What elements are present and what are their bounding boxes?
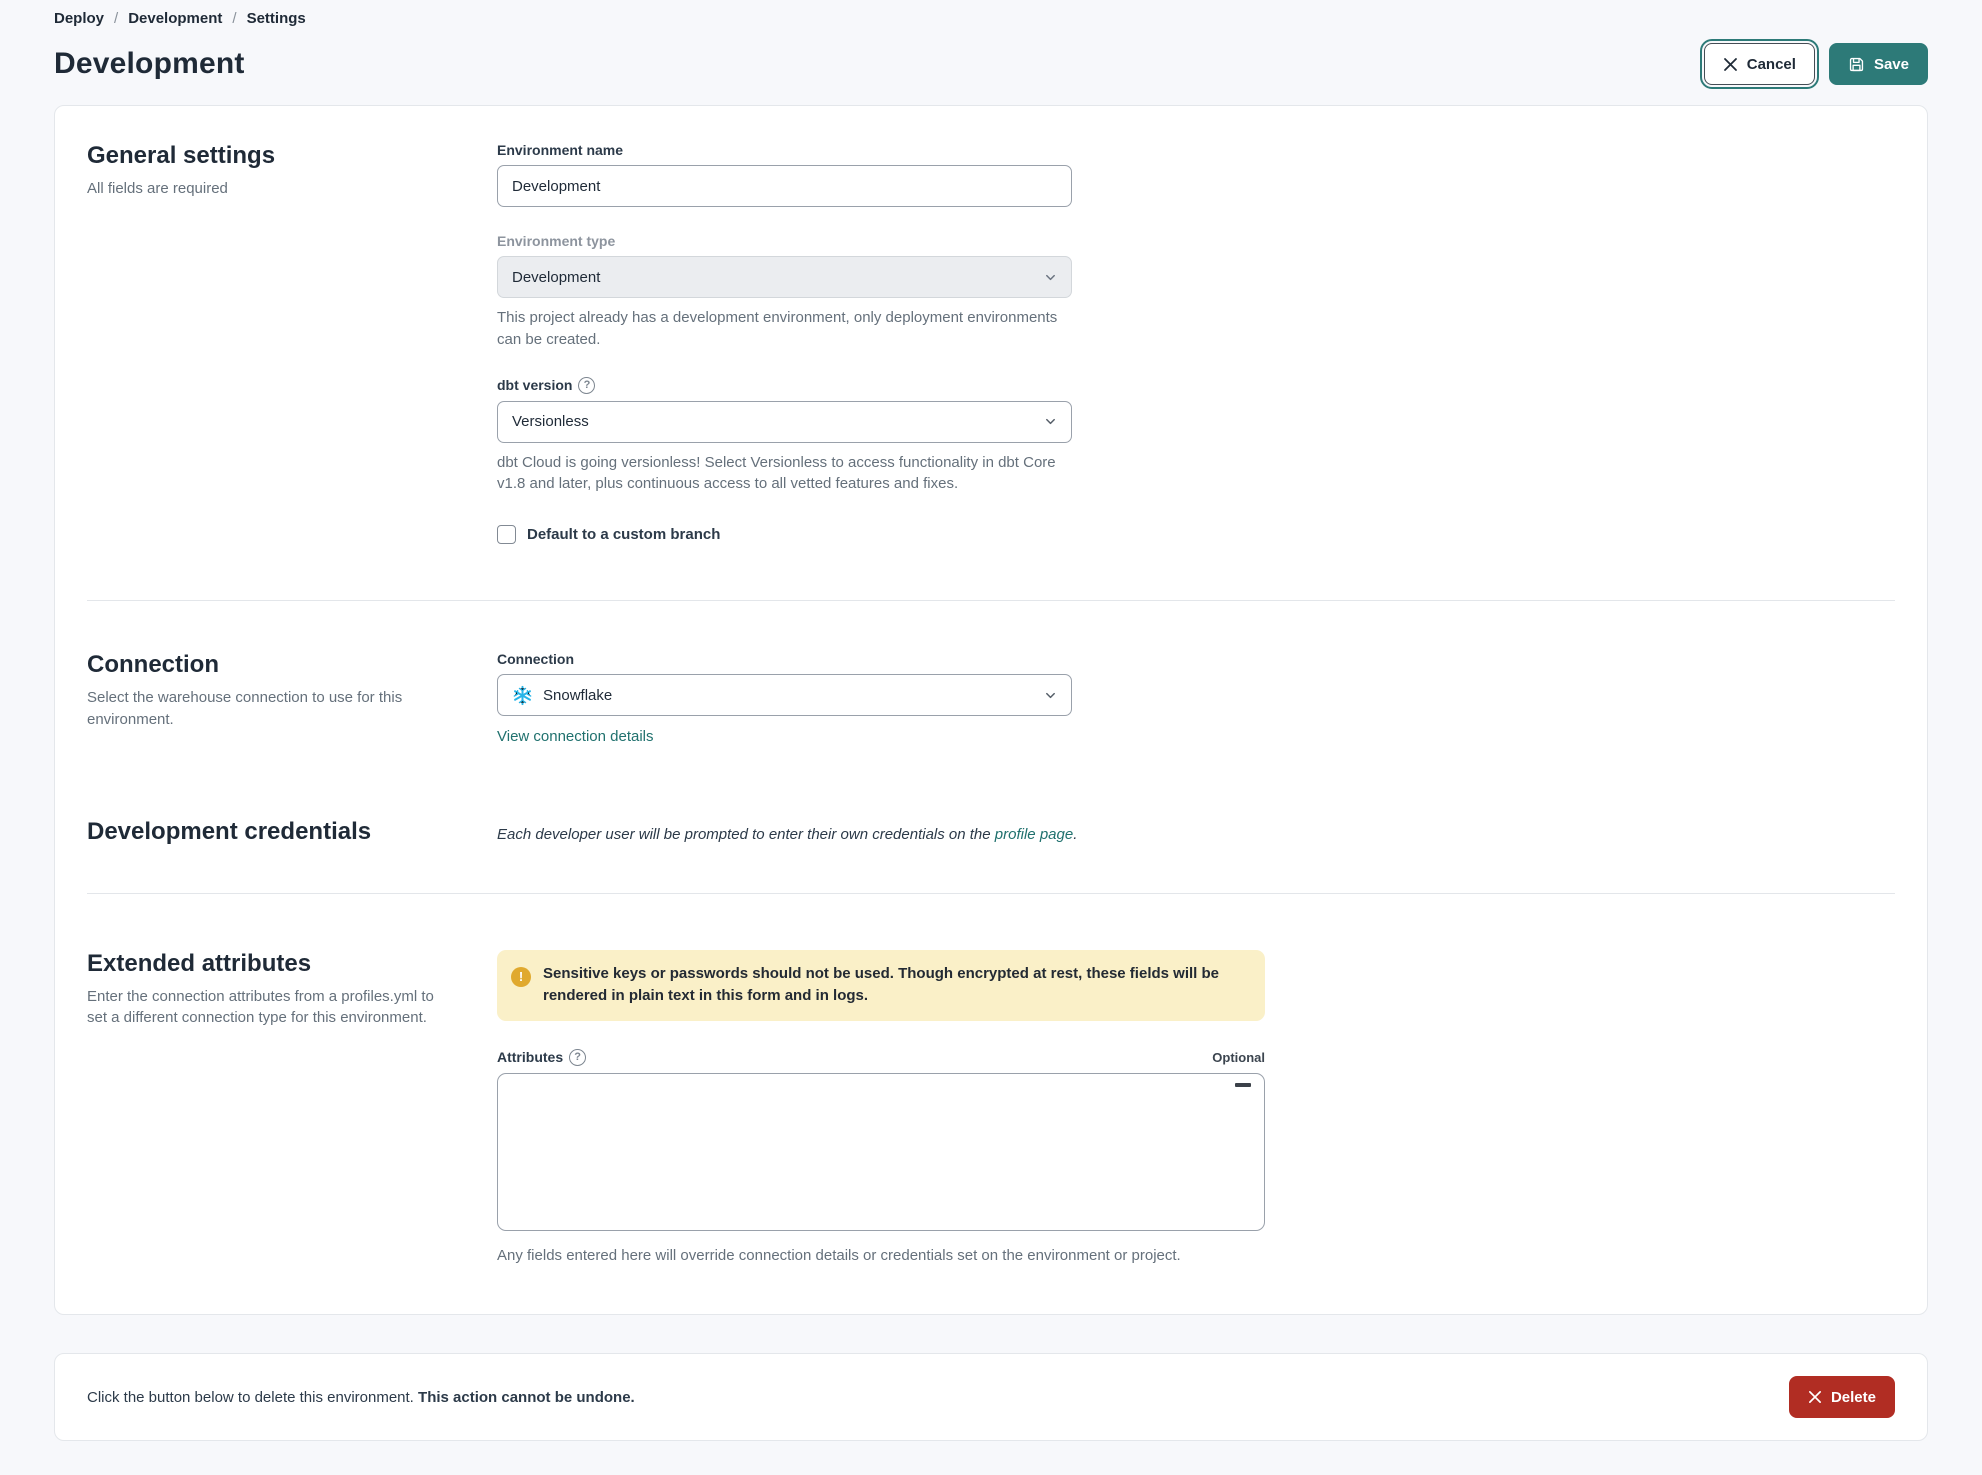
- connection-select[interactable]: Snowflake: [497, 674, 1072, 716]
- breadcrumb-settings: Settings: [246, 10, 306, 27]
- close-icon: [1723, 57, 1738, 72]
- chevron-down-icon: [1044, 271, 1057, 284]
- attributes-help: Any fields entered here will override co…: [497, 1246, 1181, 1264]
- dbt-version-field-group: dbt version ? Versionless dbt Cloud is g…: [497, 376, 1072, 496]
- connection-field-group: Connection Snowflake View connection det…: [497, 651, 1072, 746]
- profile-page-link[interactable]: profile page: [995, 826, 1073, 843]
- delete-warning-bold: This action cannot be undone.: [418, 1388, 635, 1406]
- attributes-label: Attributes ?: [497, 1048, 587, 1066]
- breadcrumb-development[interactable]: Development: [128, 10, 222, 27]
- delete-button-label: Delete: [1830, 1388, 1876, 1406]
- close-icon: [1808, 1390, 1822, 1404]
- breadcrumb: Deploy / Development / Settings: [54, 10, 1928, 27]
- section-divider: [87, 892, 1895, 894]
- credentials-note-text: Each developer user will be prompted to …: [497, 826, 995, 843]
- dbt-version-value: Versionless: [512, 413, 589, 430]
- connection-fields: Connection Snowflake View connection det…: [497, 651, 1895, 746]
- save-button-label: Save: [1873, 55, 1909, 73]
- attributes-textarea[interactable]: [497, 1072, 1265, 1231]
- top-bar: Deploy / Development / Settings Developm…: [0, 0, 1982, 89]
- attributes-header-row: Attributes ? Optional: [497, 1048, 1265, 1066]
- help-icon[interactable]: ?: [569, 1048, 587, 1066]
- delete-button[interactable]: Delete: [1788, 1376, 1895, 1419]
- breadcrumb-separator: /: [232, 10, 237, 27]
- warning-text: Sensitive keys or passwords should not b…: [543, 964, 1219, 1005]
- optional-badge: Optional: [1212, 1049, 1265, 1065]
- dbt-version-help: dbt Cloud is going versionless! Select V…: [497, 453, 1056, 493]
- custom-branch-label: Default to a custom branch: [527, 526, 721, 543]
- view-connection-details-link[interactable]: View connection details: [497, 728, 654, 745]
- credentials-note-period: .: [1073, 826, 1078, 843]
- environment-name-label: Environment name: [497, 142, 624, 158]
- settings-card: General settings All fields are required…: [54, 105, 1928, 1316]
- extended-attributes-section: Extended attributes Enter the connection…: [87, 949, 1895, 1267]
- general-settings-section: General settings All fields are required…: [87, 142, 1895, 544]
- dbt-version-label-text: dbt version: [497, 377, 573, 393]
- general-settings-fields: Environment name Environment type Develo…: [497, 142, 1895, 544]
- chevron-down-icon: [1044, 689, 1057, 702]
- extended-attributes-content: ! Sensitive keys or passwords should not…: [497, 949, 1895, 1267]
- page-header: Development Cancel Save: [54, 39, 1928, 89]
- connection-label: Connection: [497, 651, 574, 667]
- chevron-down-icon: [1044, 415, 1057, 428]
- collapse-icon[interactable]: [1235, 1082, 1251, 1087]
- dbt-version-label: dbt version ?: [497, 376, 1072, 394]
- breadcrumb-separator: /: [114, 10, 119, 27]
- delete-warning-lead: Click the button below to delete this en…: [87, 1388, 419, 1406]
- cancel-button-label: Cancel: [1746, 55, 1796, 73]
- connection-subheading: Select the warehouse connection to use f…: [87, 689, 403, 728]
- environment-type-field-group: Environment type Development This projec…: [497, 233, 1072, 351]
- credentials-content: Each developer user will be prompted to …: [497, 818, 1895, 847]
- help-icon[interactable]: ?: [578, 376, 596, 394]
- environment-type-help: This project already has a development e…: [497, 309, 1058, 348]
- sensitive-keys-warning: ! Sensitive keys or passwords should not…: [497, 949, 1265, 1021]
- connection-intro: Connection Select the warehouse connecti…: [87, 651, 497, 731]
- environment-name-field-group: Environment name: [497, 142, 1072, 207]
- connection-section: Connection Select the warehouse connecti…: [87, 651, 1895, 746]
- credentials-note: Each developer user will be prompted to …: [497, 824, 1895, 847]
- custom-branch-checkbox-row[interactable]: Default to a custom branch: [497, 525, 1895, 544]
- cancel-button[interactable]: Cancel: [1699, 39, 1819, 89]
- snowflake-icon: [512, 685, 533, 706]
- general-settings-heading: General settings: [87, 142, 276, 169]
- general-settings-intro: General settings All fields are required: [87, 142, 497, 200]
- attributes-label-text: Attributes: [497, 1049, 564, 1065]
- delete-environment-card: Click the button below to delete this en…: [54, 1353, 1928, 1442]
- credentials-intro: Development credentials: [87, 818, 497, 846]
- header-actions: Cancel Save: [1699, 39, 1928, 89]
- page-title: Development: [54, 47, 245, 80]
- general-settings-subheading: All fields are required: [87, 180, 228, 197]
- dbt-version-select[interactable]: Versionless: [497, 400, 1072, 443]
- section-divider: [87, 600, 1895, 601]
- environment-type-value: Development: [512, 268, 601, 286]
- warning-icon: !: [511, 966, 531, 987]
- environment-name-input[interactable]: [497, 165, 1072, 207]
- connection-heading: Connection: [87, 651, 219, 678]
- development-credentials-heading: Development credentials: [87, 818, 372, 845]
- save-button[interactable]: Save: [1828, 43, 1928, 85]
- save-icon: [1848, 56, 1865, 73]
- environment-type-label: Environment type: [497, 233, 616, 249]
- custom-branch-checkbox[interactable]: [497, 525, 516, 544]
- extended-attributes-heading: Extended attributes: [87, 949, 312, 977]
- connection-value: Snowflake: [543, 686, 613, 704]
- extended-attributes-subheading: Enter the connection attributes from a p…: [87, 987, 434, 1027]
- environment-type-select: Development: [497, 256, 1072, 298]
- attributes-editor: [497, 1072, 1265, 1236]
- breadcrumb-deploy[interactable]: Deploy: [54, 10, 104, 27]
- delete-warning-text: Click the button below to delete this en…: [87, 1389, 635, 1406]
- extended-attributes-intro: Extended attributes Enter the connection…: [87, 950, 497, 1030]
- development-credentials-section: Development credentials Each developer u…: [87, 818, 1895, 847]
